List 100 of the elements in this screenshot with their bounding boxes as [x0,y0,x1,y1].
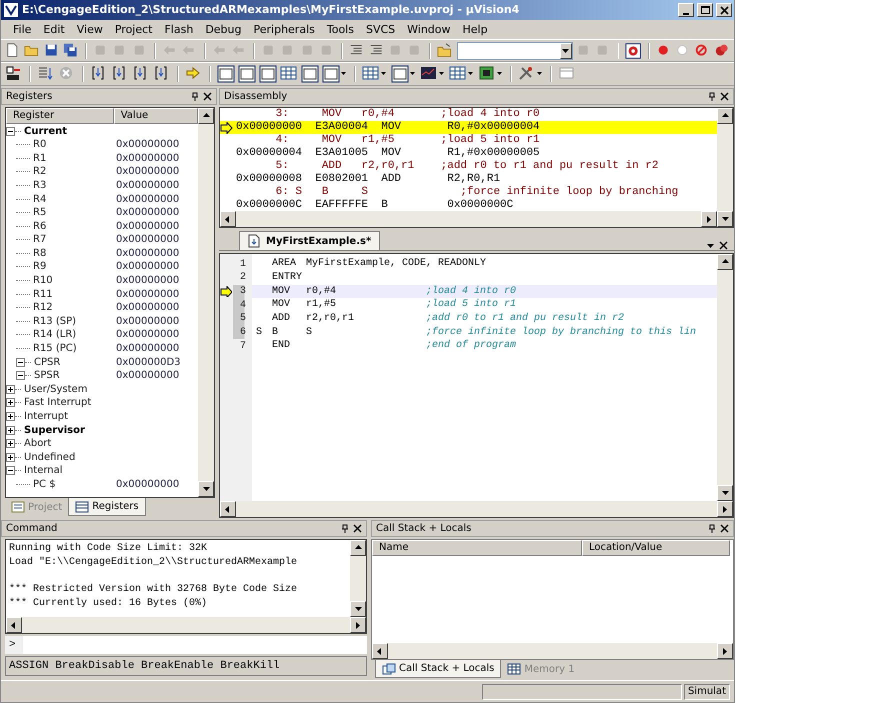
horizontal-scrollbar[interactable] [220,501,733,518]
expand-icon[interactable] [6,412,15,421]
menu-item[interactable]: Tools [320,22,360,36]
close-button[interactable] [716,2,732,17]
menu-item[interactable]: Debug [199,22,248,36]
register-name: Supervisor [24,424,85,436]
scroll-right-button[interactable] [350,617,366,634]
register-name: Current [24,126,68,137]
pin-icon[interactable] [341,524,349,534]
panel-tab[interactable]: Call Stack + Locals [375,660,502,678]
triangle-right-icon [720,504,730,514]
window-icon[interactable] [217,65,235,84]
register-value: 0x00000000 [116,194,180,204]
menu-item[interactable]: Project [108,22,158,36]
collapse-icon[interactable] [16,358,25,367]
expand-icon[interactable] [6,439,15,448]
register-value: 0x00000000 [116,316,180,327]
close-icon[interactable] [720,524,729,534]
expand-icon[interactable] [6,452,15,462]
assembly-line: 0x00000004 E3A01005 MOV R1,#0x00000005 [236,147,540,160]
scroll-right-button[interactable] [717,501,733,518]
dropdown-icon[interactable] [706,241,715,250]
scroll-left-button[interactable] [220,211,236,228]
window-icon[interactable] [391,65,417,84]
scroll-down-button[interactable] [350,601,366,618]
folder-icon[interactable] [437,42,454,60]
scroll-left-button[interactable] [6,617,22,634]
minimize-button[interactable] [678,2,694,17]
panel-title: Disassembly [224,91,288,102]
scroll-up-button[interactable] [350,540,366,556]
horizontal-scrollbar[interactable] [372,643,733,660]
triangle-right-icon [704,214,714,224]
scroll-down-button[interactable] [717,211,733,228]
source-line: 3: MOV r0,#4 ;load 4 into r0 [274,108,540,122]
assembly-line: 0x0000000C EAFFFFFE B 0x0000000C [236,199,514,212]
close-icon[interactable] [720,92,729,102]
horizontal-scrollbar[interactable] [6,617,366,634]
menu-item[interactable]: Help [456,22,494,36]
window-icon[interactable] [322,65,348,84]
source-line: 6: S B S ;force infinite loop by branching [274,186,678,200]
register-name: Fast Interrupt [24,397,92,408]
vertical-scrollbar[interactable] [717,254,733,502]
file-tab[interactable]: MyFirstExample.s* [239,231,380,250]
windows-icon [382,662,396,675]
scroll-right-button[interactable] [717,643,733,660]
expand-icon[interactable] [6,384,15,394]
dropdown-field[interactable] [456,42,573,60]
register-value: 0x00000000 [116,152,180,164]
pin-icon[interactable] [191,92,199,102]
column-header[interactable]: Value [114,108,198,124]
collapse-icon[interactable] [6,126,15,136]
menu-item[interactable]: Edit [37,22,71,36]
pin-icon[interactable] [708,524,716,534]
debug-icon[interactable] [625,42,642,60]
close-icon[interactable] [203,92,212,102]
menu-item[interactable]: SVCS [360,22,402,36]
window-icon[interactable] [301,65,319,84]
column-header[interactable]: Location/Value [582,540,730,556]
panel-tab[interactable]: Registers [68,498,146,516]
scroll-down-button[interactable] [198,481,214,498]
maximize-button[interactable] [697,2,713,17]
window-icon[interactable] [259,65,277,84]
scroll-up-button[interactable] [198,108,214,124]
code-comment: ;load 5 into r1 [426,298,516,312]
scroll-up-button[interactable] [717,254,733,270]
register-name: R15 (PC) [33,343,77,354]
code-instruction: END [272,340,290,352]
register-name: R11 [33,288,53,300]
scroll-down-button[interactable] [717,485,733,502]
register-name: R12 [33,302,53,314]
column-header[interactable]: Register [6,108,114,124]
dropdown-arrow-icon[interactable] [562,48,570,53]
collapse-icon[interactable] [6,466,15,476]
scroll-right-button[interactable] [701,211,717,228]
vertical-scrollbar[interactable] [198,108,214,498]
scroll-left-button[interactable] [372,643,388,660]
menu-item[interactable]: Window [401,22,457,36]
scroll-left-button[interactable] [220,501,236,518]
document-icon [248,234,260,248]
scroll-up-button[interactable] [717,108,733,124]
menu-item[interactable]: Peripherals [248,22,321,36]
window-icon[interactable] [238,65,256,84]
menu-item[interactable]: File [7,22,38,36]
register-value: 0x00000000 [116,302,180,314]
expand-icon[interactable] [6,426,15,435]
register-name: R6 [33,220,46,232]
expand-icon[interactable] [6,398,15,408]
collapse-icon[interactable] [16,371,25,380]
vertical-scrollbar[interactable] [350,540,366,618]
column-header[interactable]: Name [372,540,582,556]
code-instruction: B [272,326,278,338]
pin-icon[interactable] [708,92,716,102]
menu-item[interactable]: Flash [158,22,200,36]
command-input[interactable]: > [5,636,367,654]
horizontal-scrollbar[interactable] [220,211,717,228]
close-icon[interactable] [719,241,728,250]
menu-item[interactable]: View [70,22,109,36]
status-mode: Simulat [684,684,730,700]
vertical-scrollbar[interactable] [717,108,733,228]
close-icon[interactable] [353,524,362,534]
